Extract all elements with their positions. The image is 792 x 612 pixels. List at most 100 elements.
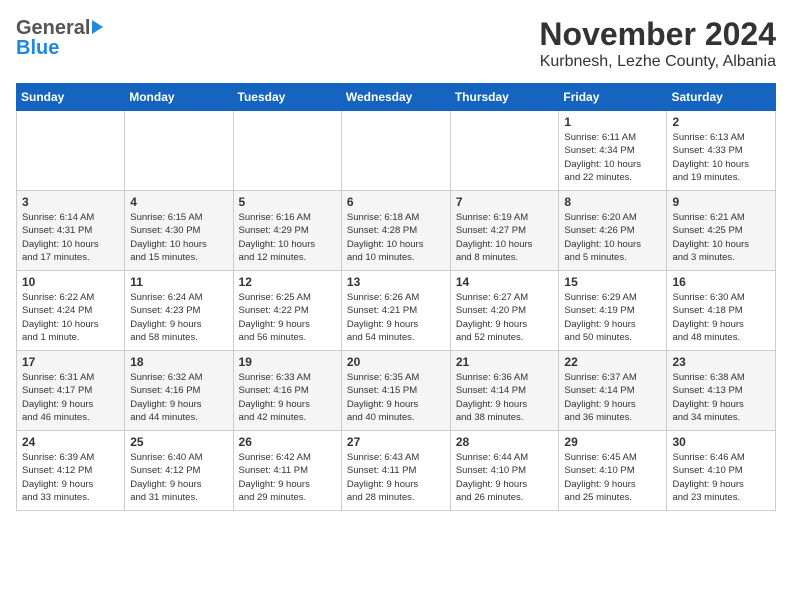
calendar-day-10: 10Sunrise: 6:22 AM Sunset: 4:24 PM Dayli… [17, 271, 125, 351]
calendar-day-20: 20Sunrise: 6:35 AM Sunset: 4:15 PM Dayli… [341, 351, 450, 431]
day-number: 16 [672, 275, 770, 289]
day-info: Sunrise: 6:39 AM Sunset: 4:12 PM Dayligh… [22, 451, 119, 504]
logo-triangle-icon [92, 20, 103, 34]
day-info: Sunrise: 6:16 AM Sunset: 4:29 PM Dayligh… [239, 211, 336, 264]
calendar-empty-cell [233, 111, 341, 191]
day-info: Sunrise: 6:35 AM Sunset: 4:15 PM Dayligh… [347, 371, 445, 424]
day-number: 15 [564, 275, 661, 289]
day-info: Sunrise: 6:31 AM Sunset: 4:17 PM Dayligh… [22, 371, 119, 424]
day-number: 12 [239, 275, 336, 289]
day-number: 6 [347, 195, 445, 209]
day-info: Sunrise: 6:33 AM Sunset: 4:16 PM Dayligh… [239, 371, 336, 424]
calendar-day-28: 28Sunrise: 6:44 AM Sunset: 4:10 PM Dayli… [450, 431, 559, 511]
page-header: General Blue November 2024 Kurbnesh, Lez… [16, 16, 776, 71]
calendar-empty-cell [341, 111, 450, 191]
day-info: Sunrise: 6:13 AM Sunset: 4:33 PM Dayligh… [672, 131, 770, 184]
calendar-week-row: 17 Sunrise: 6:31 AM Sunset: 4:17 PM Dayli… [17, 351, 776, 431]
calendar-day-22: 22 Sunrise: 6:37 AM Sunset: 4:14 PM Dayli… [559, 351, 667, 431]
weekday-header-wednesday: Wednesday [341, 84, 450, 111]
day-info: Sunrise: 6:26 AM Sunset: 4:21 PM Dayligh… [347, 291, 445, 344]
day-info: Sunrise: 6:29 AM Sunset: 4:19 PM Dayligh… [564, 291, 661, 344]
day-number: 10 [22, 275, 119, 289]
calendar-day-5: 5 Sunrise: 6:16 AM Sunset: 4:29 PM Daylig… [233, 191, 341, 271]
day-info: Sunrise: 6:38 AM Sunset: 4:13 PM Dayligh… [672, 371, 770, 424]
day-info: Sunrise: 6:20 AM Sunset: 4:26 PM Dayligh… [564, 211, 661, 264]
calendar-day-19: 19 Sunrise: 6:33 AM Sunset: 4:16 PM Dayli… [233, 351, 341, 431]
calendar-day-14: 14 Sunrise: 6:27 AM Sunset: 4:20 PM Dayli… [450, 271, 559, 351]
day-info: Sunrise: 6:37 AM Sunset: 4:14 PM Dayligh… [564, 371, 661, 424]
day-number: 27 [347, 435, 445, 449]
day-info: Sunrise: 6:46 AM Sunset: 4:10 PM Dayligh… [672, 451, 770, 504]
day-info: Sunrise: 6:30 AM Sunset: 4:18 PM Dayligh… [672, 291, 770, 344]
day-number: 24 [22, 435, 119, 449]
calendar-day-8: 8 Sunrise: 6:20 AM Sunset: 4:26 PM Daylig… [559, 191, 667, 271]
day-number: 14 [456, 275, 554, 289]
day-info: Sunrise: 6:18 AM Sunset: 4:28 PM Dayligh… [347, 211, 445, 264]
calendar-day-2: 2 Sunrise: 6:13 AM Sunset: 4:33 PM Daylig… [667, 111, 776, 191]
day-number: 25 [130, 435, 227, 449]
day-info: Sunrise: 6:11 AM Sunset: 4:34 PM Dayligh… [564, 131, 661, 184]
day-info: Sunrise: 6:45 AM Sunset: 4:10 PM Dayligh… [564, 451, 661, 504]
weekday-header-friday: Friday [559, 84, 667, 111]
day-number: 18 [130, 355, 227, 369]
calendar-day-1: 1 Sunrise: 6:11 AM Sunset: 4:34 PM Daylig… [559, 111, 667, 191]
day-number: 11 [130, 275, 227, 289]
calendar-day-30: 30 Sunrise: 6:46 AM Sunset: 4:10 PM Dayli… [667, 431, 776, 511]
day-info: Sunrise: 6:43 AM Sunset: 4:11 PM Dayligh… [347, 451, 445, 504]
weekday-header-sunday: Sunday [17, 84, 125, 111]
calendar-day-9: 9 Sunrise: 6:21 AM Sunset: 4:25 PM Daylig… [667, 191, 776, 271]
day-number: 4 [130, 195, 227, 209]
calendar-day-15: 15 Sunrise: 6:29 AM Sunset: 4:19 PM Dayli… [559, 271, 667, 351]
logo: General Blue [16, 16, 104, 60]
day-info: Sunrise: 6:27 AM Sunset: 4:20 PM Dayligh… [456, 291, 554, 344]
calendar-day-16: 16 Sunrise: 6:30 AM Sunset: 4:18 PM Dayli… [667, 271, 776, 351]
calendar-day-12: 12Sunrise: 6:25 AM Sunset: 4:22 PM Dayli… [233, 271, 341, 351]
calendar-empty-cell [450, 111, 559, 191]
weekday-header-monday: Monday [125, 84, 233, 111]
calendar-day-21: 21 Sunrise: 6:36 AM Sunset: 4:14 PM Dayli… [450, 351, 559, 431]
day-number: 19 [239, 355, 336, 369]
day-info: Sunrise: 6:40 AM Sunset: 4:12 PM Dayligh… [130, 451, 227, 504]
day-number: 9 [672, 195, 770, 209]
weekday-header-thursday: Thursday [450, 84, 559, 111]
calendar-day-25: 25 Sunrise: 6:40 AM Sunset: 4:12 PM Dayli… [125, 431, 233, 511]
location-title: Kurbnesh, Lezhe County, Albania [539, 53, 776, 71]
calendar-day-17: 17 Sunrise: 6:31 AM Sunset: 4:17 PM Dayli… [17, 351, 125, 431]
day-number: 22 [564, 355, 661, 369]
day-number: 21 [456, 355, 554, 369]
calendar-day-26: 26Sunrise: 6:42 AM Sunset: 4:11 PM Dayli… [233, 431, 341, 511]
day-info: Sunrise: 6:14 AM Sunset: 4:31 PM Dayligh… [22, 211, 119, 264]
day-number: 23 [672, 355, 770, 369]
calendar-day-4: 4Sunrise: 6:15 AM Sunset: 4:30 PM Daylig… [125, 191, 233, 271]
day-number: 28 [456, 435, 554, 449]
day-number: 7 [456, 195, 554, 209]
calendar-day-6: 6 Sunrise: 6:18 AM Sunset: 4:28 PM Daylig… [341, 191, 450, 271]
calendar-empty-cell [17, 111, 125, 191]
calendar-header-row: SundayMondayTuesdayWednesdayThursdayFrid… [17, 84, 776, 111]
calendar-day-7: 7 Sunrise: 6:19 AM Sunset: 4:27 PM Daylig… [450, 191, 559, 271]
day-info: Sunrise: 6:19 AM Sunset: 4:27 PM Dayligh… [456, 211, 554, 264]
day-info: Sunrise: 6:36 AM Sunset: 4:14 PM Dayligh… [456, 371, 554, 424]
day-number: 5 [239, 195, 336, 209]
day-number: 17 [22, 355, 119, 369]
day-number: 1 [564, 115, 661, 129]
calendar-week-row: 1 Sunrise: 6:11 AM Sunset: 4:34 PM Daylig… [17, 111, 776, 191]
day-info: Sunrise: 6:21 AM Sunset: 4:25 PM Dayligh… [672, 211, 770, 264]
calendar-empty-cell [125, 111, 233, 191]
weekday-header-saturday: Saturday [667, 84, 776, 111]
calendar-table: SundayMondayTuesdayWednesdayThursdayFrid… [16, 83, 776, 511]
calendar-day-23: 23 Sunrise: 6:38 AM Sunset: 4:13 PM Dayli… [667, 351, 776, 431]
day-number: 3 [22, 195, 119, 209]
calendar-week-row: 24 Sunrise: 6:39 AM Sunset: 4:12 PM Dayli… [17, 431, 776, 511]
day-number: 13 [347, 275, 445, 289]
calendar-day-3: 3 Sunrise: 6:14 AM Sunset: 4:31 PM Daylig… [17, 191, 125, 271]
weekday-header-tuesday: Tuesday [233, 84, 341, 111]
day-number: 2 [672, 115, 770, 129]
day-number: 30 [672, 435, 770, 449]
day-info: Sunrise: 6:24 AM Sunset: 4:23 PM Dayligh… [130, 291, 227, 344]
calendar-day-18: 18Sunrise: 6:32 AM Sunset: 4:16 PM Dayli… [125, 351, 233, 431]
calendar-week-row: 10Sunrise: 6:22 AM Sunset: 4:24 PM Dayli… [17, 271, 776, 351]
calendar-day-27: 27 Sunrise: 6:43 AM Sunset: 4:11 PM Dayli… [341, 431, 450, 511]
day-number: 8 [564, 195, 661, 209]
day-number: 29 [564, 435, 661, 449]
